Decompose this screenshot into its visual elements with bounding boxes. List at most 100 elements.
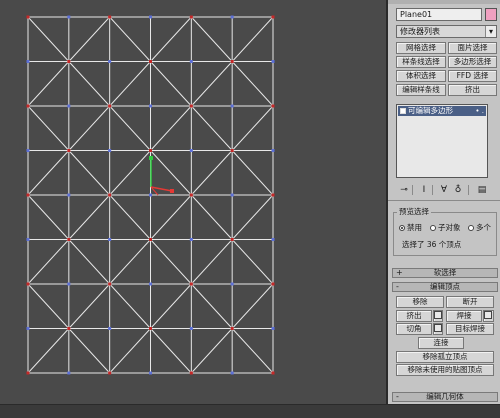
expand-icon[interactable] <box>400 108 406 114</box>
vertex[interactable] <box>271 149 275 152</box>
vertex[interactable] <box>108 238 112 241</box>
selected-vertex[interactable] <box>230 149 234 152</box>
selected-vertex[interactable] <box>26 15 30 19</box>
vertex[interactable] <box>230 15 234 19</box>
vertex[interactable] <box>230 282 234 286</box>
gizmo-y-handle[interactable] <box>149 156 153 160</box>
show-end-result-icon[interactable]: Ⅰ <box>418 184 430 196</box>
selected-vertex[interactable] <box>189 15 193 19</box>
chevron-down-icon[interactable]: ▾ <box>485 26 496 37</box>
selected-vertex[interactable] <box>108 282 112 286</box>
configure-sets-icon[interactable]: ▤ <box>476 184 488 196</box>
selected-vertex[interactable] <box>26 282 30 286</box>
patch-select-button[interactable]: 面片选择 <box>448 42 497 54</box>
vertex[interactable] <box>26 149 30 152</box>
selected-vertex[interactable] <box>108 104 112 108</box>
rollout-soft-selection[interactable]: + 软选择 <box>392 268 498 278</box>
ffd-select-button[interactable]: FFD 选择 <box>448 70 497 82</box>
remove-unused-map-verts-button[interactable]: 移除未使用的贴图顶点 <box>396 364 494 376</box>
vertex[interactable] <box>189 149 193 152</box>
selected-vertex[interactable] <box>189 104 193 108</box>
extrude-modifier-button[interactable]: 挤出 <box>448 84 497 96</box>
selected-vertex[interactable] <box>149 238 152 241</box>
vertex[interactable] <box>271 60 275 63</box>
poly-select-button[interactable]: 多边形选择 <box>448 56 497 68</box>
selected-vertex[interactable] <box>108 15 112 19</box>
selected-vertex[interactable] <box>67 238 71 241</box>
selected-vertex[interactable] <box>230 60 234 63</box>
remove-vertex-button[interactable]: 移除 <box>396 296 444 308</box>
chamfer-settings-button[interactable] <box>433 323 443 335</box>
object-name-field[interactable]: Plane01 <box>396 8 482 21</box>
selected-vertex[interactable] <box>67 149 71 152</box>
vertex[interactable] <box>108 60 112 63</box>
selected-vertex[interactable] <box>67 327 71 330</box>
pin-stack-icon[interactable]: ⊸ <box>398 184 410 196</box>
vertex[interactable] <box>26 238 30 241</box>
selected-vertex[interactable] <box>271 193 275 197</box>
selected-vertex[interactable] <box>271 282 275 286</box>
selected-vertex[interactable] <box>149 60 152 63</box>
vertex[interactable] <box>271 327 275 330</box>
selected-vertex[interactable] <box>189 371 193 375</box>
remove-isolated-vertices-button[interactable]: 移除孤立顶点 <box>396 351 494 363</box>
vertex[interactable] <box>108 149 112 152</box>
modifier-list-dropdown[interactable]: 修改器列表 ▾ <box>396 25 497 38</box>
selected-vertex[interactable] <box>108 193 112 197</box>
rollout-edit-vertices[interactable]: - 编辑顶点 <box>392 282 498 292</box>
selected-vertex[interactable] <box>67 60 71 63</box>
vertex[interactable] <box>67 282 71 286</box>
vertex[interactable] <box>149 282 152 286</box>
break-vertex-button[interactable]: 断开 <box>446 296 494 308</box>
vertex[interactable] <box>230 371 234 375</box>
vertex[interactable] <box>26 327 30 330</box>
vertex[interactable] <box>67 104 71 108</box>
selected-vertex[interactable] <box>149 327 152 330</box>
radio-subobject[interactable]: 子对象 <box>430 223 461 233</box>
vertex[interactable] <box>189 327 193 330</box>
vertex[interactable] <box>67 193 71 197</box>
target-weld-button[interactable]: 目标焊接 <box>446 323 494 335</box>
weld-vertex-button[interactable]: 焊接 <box>446 310 482 322</box>
object-color-swatch[interactable] <box>485 8 497 21</box>
vertex[interactable] <box>189 238 193 241</box>
selected-vertex[interactable] <box>230 327 234 330</box>
vertex[interactable] <box>149 371 152 375</box>
selected-vertex[interactable] <box>271 15 275 19</box>
modifier-stack-list[interactable]: 可编辑多边形 • . <box>396 104 488 178</box>
vertex[interactable] <box>189 60 193 63</box>
selected-vertex[interactable] <box>26 193 30 197</box>
vertex[interactable] <box>149 193 152 197</box>
selected-vertex[interactable] <box>189 282 193 286</box>
vertex[interactable] <box>26 60 30 63</box>
vertex[interactable] <box>149 15 152 19</box>
extrude-vertex-button[interactable]: 挤出 <box>396 310 432 322</box>
vertex[interactable] <box>271 238 275 241</box>
gizmo-x-handle[interactable] <box>170 189 174 193</box>
vertex[interactable] <box>230 193 234 197</box>
radio-disable[interactable]: 禁用 <box>399 223 422 233</box>
make-unique-icon[interactable]: ∀ <box>438 184 450 196</box>
selected-vertex[interactable] <box>271 371 275 375</box>
selected-vertex[interactable] <box>26 104 30 108</box>
selected-vertex[interactable] <box>230 238 234 241</box>
mesh-select-button[interactable]: 网格选择 <box>396 42 446 54</box>
selected-vertex[interactable] <box>271 104 275 108</box>
selected-vertex[interactable] <box>149 149 152 152</box>
selected-vertex[interactable] <box>108 371 112 375</box>
spline-select-button[interactable]: 样条线选择 <box>396 56 446 68</box>
vertex[interactable] <box>67 15 71 19</box>
vertex[interactable] <box>230 104 234 108</box>
connect-vertex-button[interactable]: 连接 <box>418 337 464 349</box>
extrude-settings-button[interactable] <box>433 310 443 322</box>
vertex[interactable] <box>67 371 71 375</box>
selected-vertex[interactable] <box>26 371 30 375</box>
remove-modifier-icon[interactable]: ♁ <box>452 184 464 196</box>
vertex[interactable] <box>108 327 112 330</box>
selected-vertex[interactable] <box>189 193 193 197</box>
perspective-viewport[interactable] <box>0 0 386 404</box>
vertex[interactable] <box>149 104 152 108</box>
stack-item-editable-poly[interactable]: 可编辑多边形 • . <box>398 106 486 116</box>
rollout-edit-geometry[interactable]: - 编辑几何体 <box>392 392 498 402</box>
chamfer-vertex-button[interactable]: 切角 <box>396 323 432 335</box>
